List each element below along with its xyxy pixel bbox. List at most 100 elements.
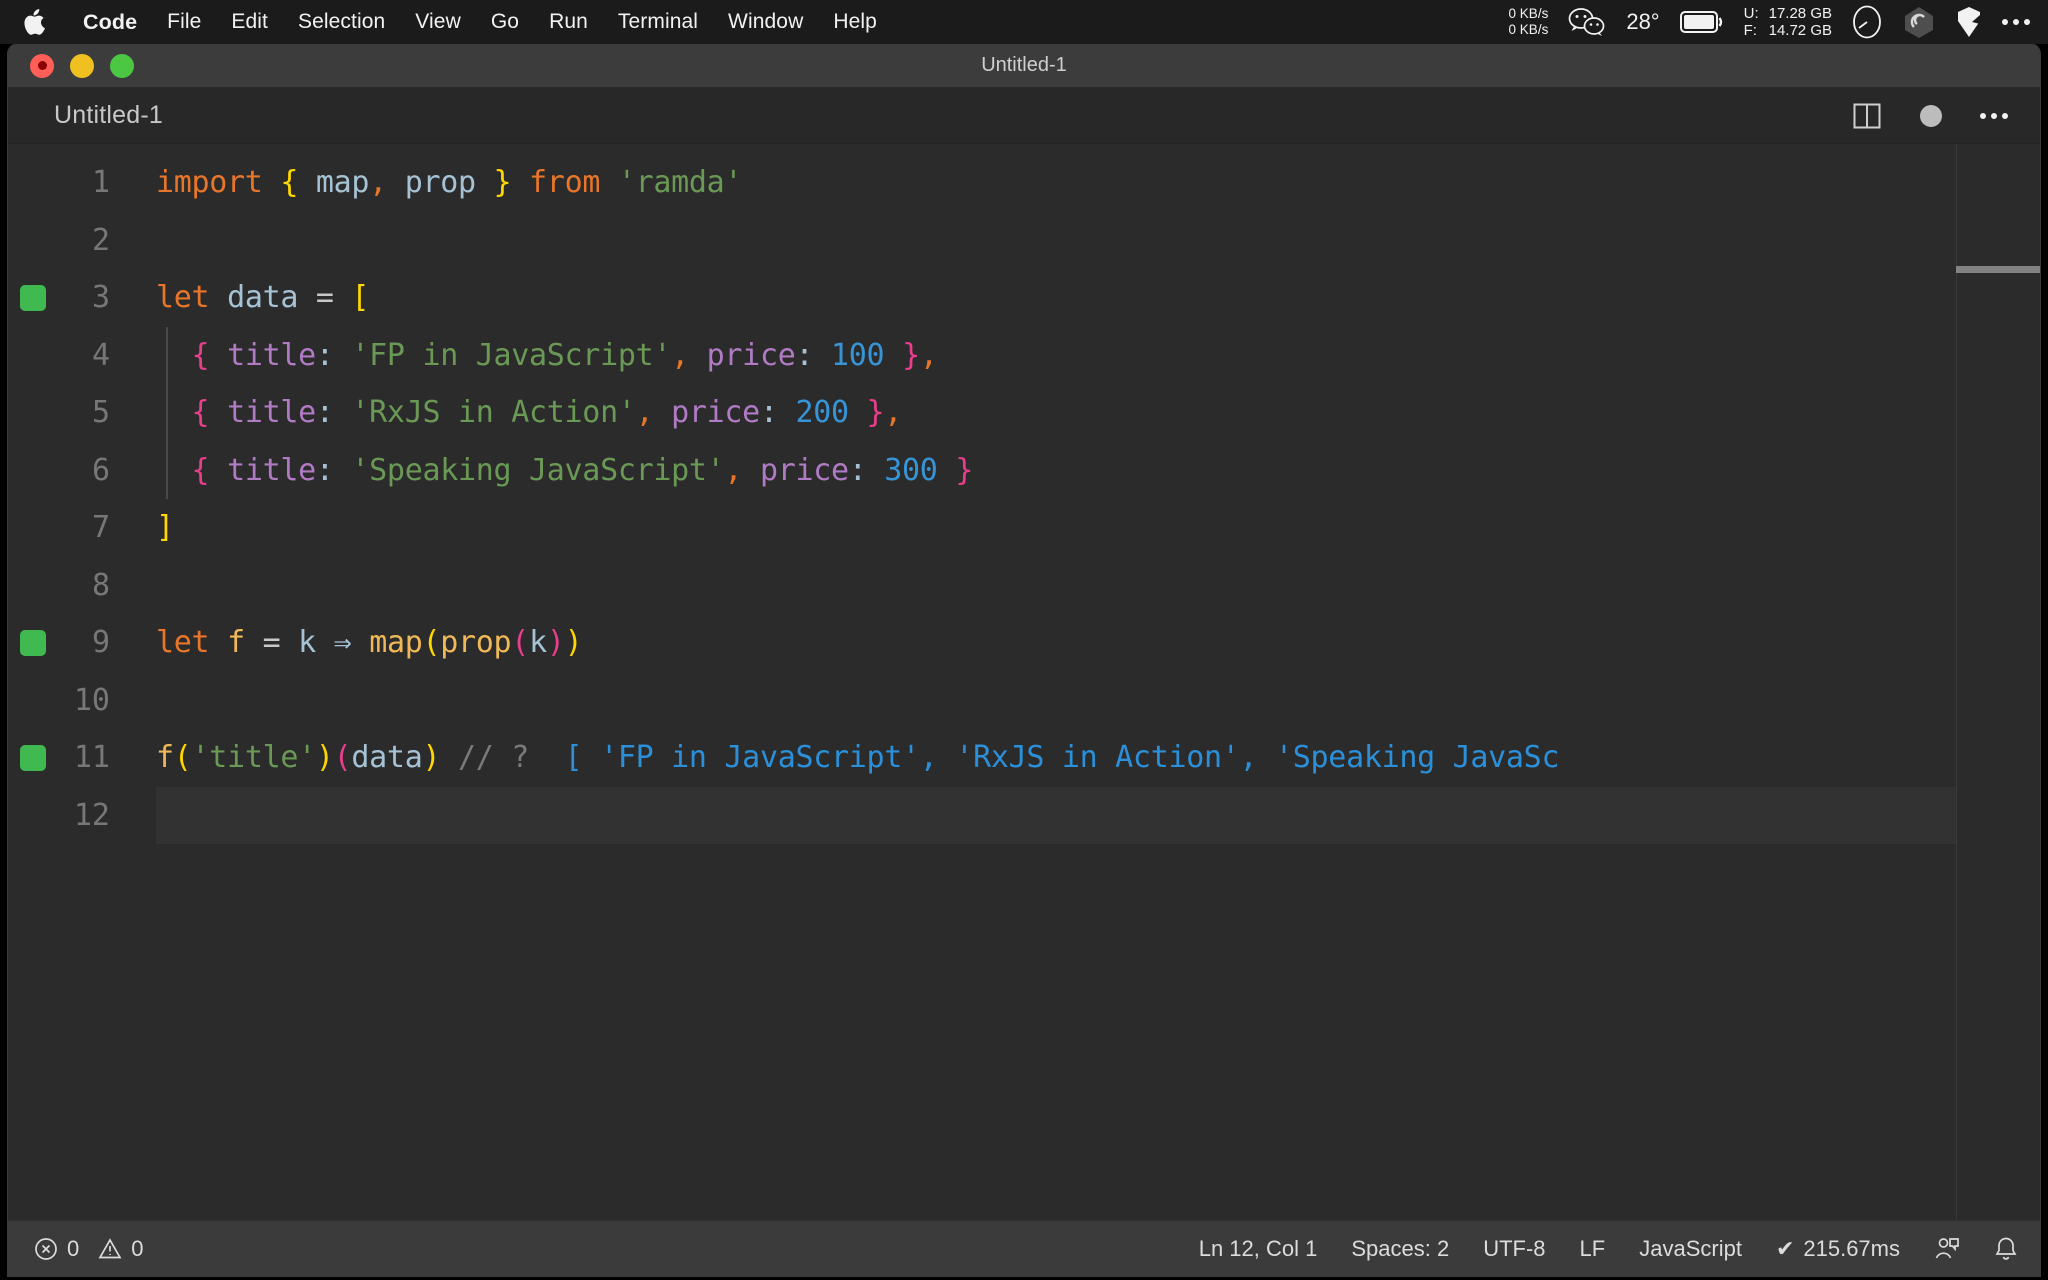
cursor-position[interactable]: Ln 12, Col 1 bbox=[1199, 1236, 1318, 1262]
indentation-setting[interactable]: Spaces: 2 bbox=[1351, 1236, 1449, 1262]
line-number: 8 bbox=[91, 567, 110, 603]
menu-item-terminal[interactable]: Terminal bbox=[603, 0, 713, 44]
code-editor[interactable]: 1 import { map, prop } from 'ramda' 2 3 let … bbox=[8, 144, 2040, 1220]
line-content[interactable]: f('title')(data) // ? [ 'FP in JavaScrip… bbox=[132, 729, 1560, 787]
menu-item-file[interactable]: File bbox=[152, 0, 216, 44]
menu-item-window[interactable]: Window bbox=[713, 0, 818, 44]
code-line-5[interactable]: 5 { title: 'RxJS in Action', price: 200 … bbox=[8, 384, 2040, 442]
feedback-person-icon[interactable] bbox=[1934, 1236, 1960, 1262]
token: 100 bbox=[831, 337, 885, 373]
warning-triangle-icon bbox=[98, 1237, 122, 1261]
vscode-window: Untitled-1 Untitled-1 1 import { map, pro… bbox=[8, 44, 2040, 1276]
shield-icon[interactable] bbox=[1956, 6, 1982, 38]
token: 'RxJS in Action' bbox=[351, 395, 636, 430]
menu-item-view[interactable]: View bbox=[400, 0, 476, 44]
line-number: 2 bbox=[91, 222, 110, 258]
close-button[interactable] bbox=[30, 53, 54, 78]
minimize-button[interactable] bbox=[70, 53, 94, 78]
line-content[interactable]: ] bbox=[132, 499, 174, 557]
code-line-12[interactable]: 12 bbox=[8, 786, 2040, 844]
maximize-button[interactable] bbox=[110, 53, 134, 78]
code-line-4[interactable]: 4 { title: 'FP in JavaScript', price: 10… bbox=[8, 326, 2040, 385]
token: ] bbox=[156, 510, 174, 545]
eol-setting[interactable]: LF bbox=[1580, 1236, 1606, 1262]
bell-icon[interactable] bbox=[1994, 1236, 2018, 1262]
code-line-2[interactable]: 2 bbox=[8, 212, 2040, 270]
window-title: Untitled-1 bbox=[981, 54, 1067, 76]
tab-untitled-1[interactable]: Untitled-1 bbox=[54, 101, 163, 130]
token: { bbox=[280, 165, 299, 200]
split-editor-icon[interactable] bbox=[1852, 101, 1882, 131]
code-lines: 1 import { map, prop } from 'ramda' 2 3 let … bbox=[8, 144, 2040, 844]
gutter-run-marker[interactable] bbox=[20, 284, 46, 311]
network-upload-speed: 0 KB/s bbox=[1508, 6, 1549, 21]
code-line-3[interactable]: 3 let data = [ bbox=[8, 269, 2040, 327]
code-line-11[interactable]: 11 f('title')(data) // ? [ 'FP in JavaScr… bbox=[8, 729, 2040, 787]
ellipsis-icon[interactable] bbox=[2002, 19, 2030, 25]
token: 300 bbox=[884, 452, 938, 488]
menu-bar-items: Code File Edit Selection View Go Run Ter… bbox=[0, 0, 892, 44]
token: : bbox=[795, 337, 814, 373]
runtime-indicator[interactable]: ✔ 215.67ms bbox=[1776, 1236, 1900, 1262]
line-content[interactable]: { title: 'RxJS in Action', price: 200 }, bbox=[132, 384, 903, 442]
menu-item-help[interactable]: Help bbox=[818, 0, 892, 44]
network-speed-indicator[interactable]: 0 KB/s 0 KB/s bbox=[1509, 6, 1549, 38]
menu-item-go[interactable]: Go bbox=[476, 0, 534, 44]
token: data bbox=[351, 740, 423, 775]
line-content[interactable]: let f = k ⇒ map(prop(k)) bbox=[132, 614, 583, 672]
token: { bbox=[191, 452, 210, 488]
token: prop bbox=[404, 165, 476, 200]
menu-item-run[interactable]: Run bbox=[534, 0, 603, 44]
code-line-1[interactable]: 1 import { map, prop } from 'ramda' bbox=[8, 154, 2040, 212]
line-content[interactable]: let data = [ bbox=[132, 269, 369, 327]
problems-indicator[interactable]: 0 0 bbox=[34, 1236, 144, 1262]
token: [ 'FP in JavaScript', 'RxJS in Action', … bbox=[564, 740, 1560, 775]
temperature-indicator[interactable]: 28° bbox=[1626, 9, 1659, 35]
token: = bbox=[262, 625, 281, 660]
minimap-slider[interactable] bbox=[1956, 266, 2040, 273]
line-content[interactable]: { title: 'Speaking JavaScript', price: 3… bbox=[132, 442, 974, 500]
editor-tab-bar: Untitled-1 bbox=[8, 88, 2040, 144]
runtime-check-icon: ✔ bbox=[1775, 1235, 1795, 1261]
gutter-run-marker[interactable] bbox=[20, 744, 46, 771]
token: k bbox=[298, 625, 316, 660]
apple-logo-icon[interactable] bbox=[24, 9, 46, 35]
menu-item-selection[interactable]: Selection bbox=[283, 0, 400, 44]
memory-usage-indicator[interactable]: U: F: 17.28 GB 14.72 GB bbox=[1744, 5, 1832, 39]
swirl-icon[interactable] bbox=[1902, 5, 1936, 39]
line-content[interactable]: { title: 'FP in JavaScript', price: 100 … bbox=[132, 327, 938, 385]
token: { bbox=[191, 337, 210, 373]
line-content[interactable]: import { map, prop } from 'ramda' bbox=[132, 154, 743, 212]
gauge-icon[interactable] bbox=[1852, 5, 1882, 39]
minimap-scrollbar[interactable] bbox=[1956, 144, 2040, 1220]
code-line-10[interactable]: 10 bbox=[8, 672, 2040, 730]
code-line-9[interactable]: 9 let f = k ⇒ map(prop(k)) bbox=[8, 614, 2040, 672]
encoding-setting[interactable]: UTF-8 bbox=[1483, 1236, 1545, 1262]
token: , bbox=[724, 452, 743, 488]
menu-item-code[interactable]: Code bbox=[68, 0, 152, 44]
battery-icon[interactable] bbox=[1679, 10, 1724, 34]
unsaved-dot-icon[interactable] bbox=[1920, 104, 1942, 127]
token: price bbox=[759, 452, 849, 488]
language-mode[interactable]: JavaScript bbox=[1639, 1236, 1742, 1262]
wechat-icon[interactable] bbox=[1568, 7, 1606, 37]
more-actions-ellipsis-icon[interactable] bbox=[1980, 112, 2008, 119]
code-line-7[interactable]: 7] bbox=[8, 499, 2040, 557]
gutter-run-marker[interactable] bbox=[20, 629, 46, 656]
code-line-8[interactable]: 8 bbox=[8, 557, 2040, 615]
token: 'FP in JavaScript' bbox=[351, 337, 672, 373]
code-line-6[interactable]: 6 { title: 'Speaking JavaScript', price:… bbox=[8, 441, 2040, 500]
token: } bbox=[902, 337, 920, 373]
token: ) bbox=[564, 625, 583, 660]
menu-item-edit[interactable]: Edit bbox=[216, 0, 283, 44]
